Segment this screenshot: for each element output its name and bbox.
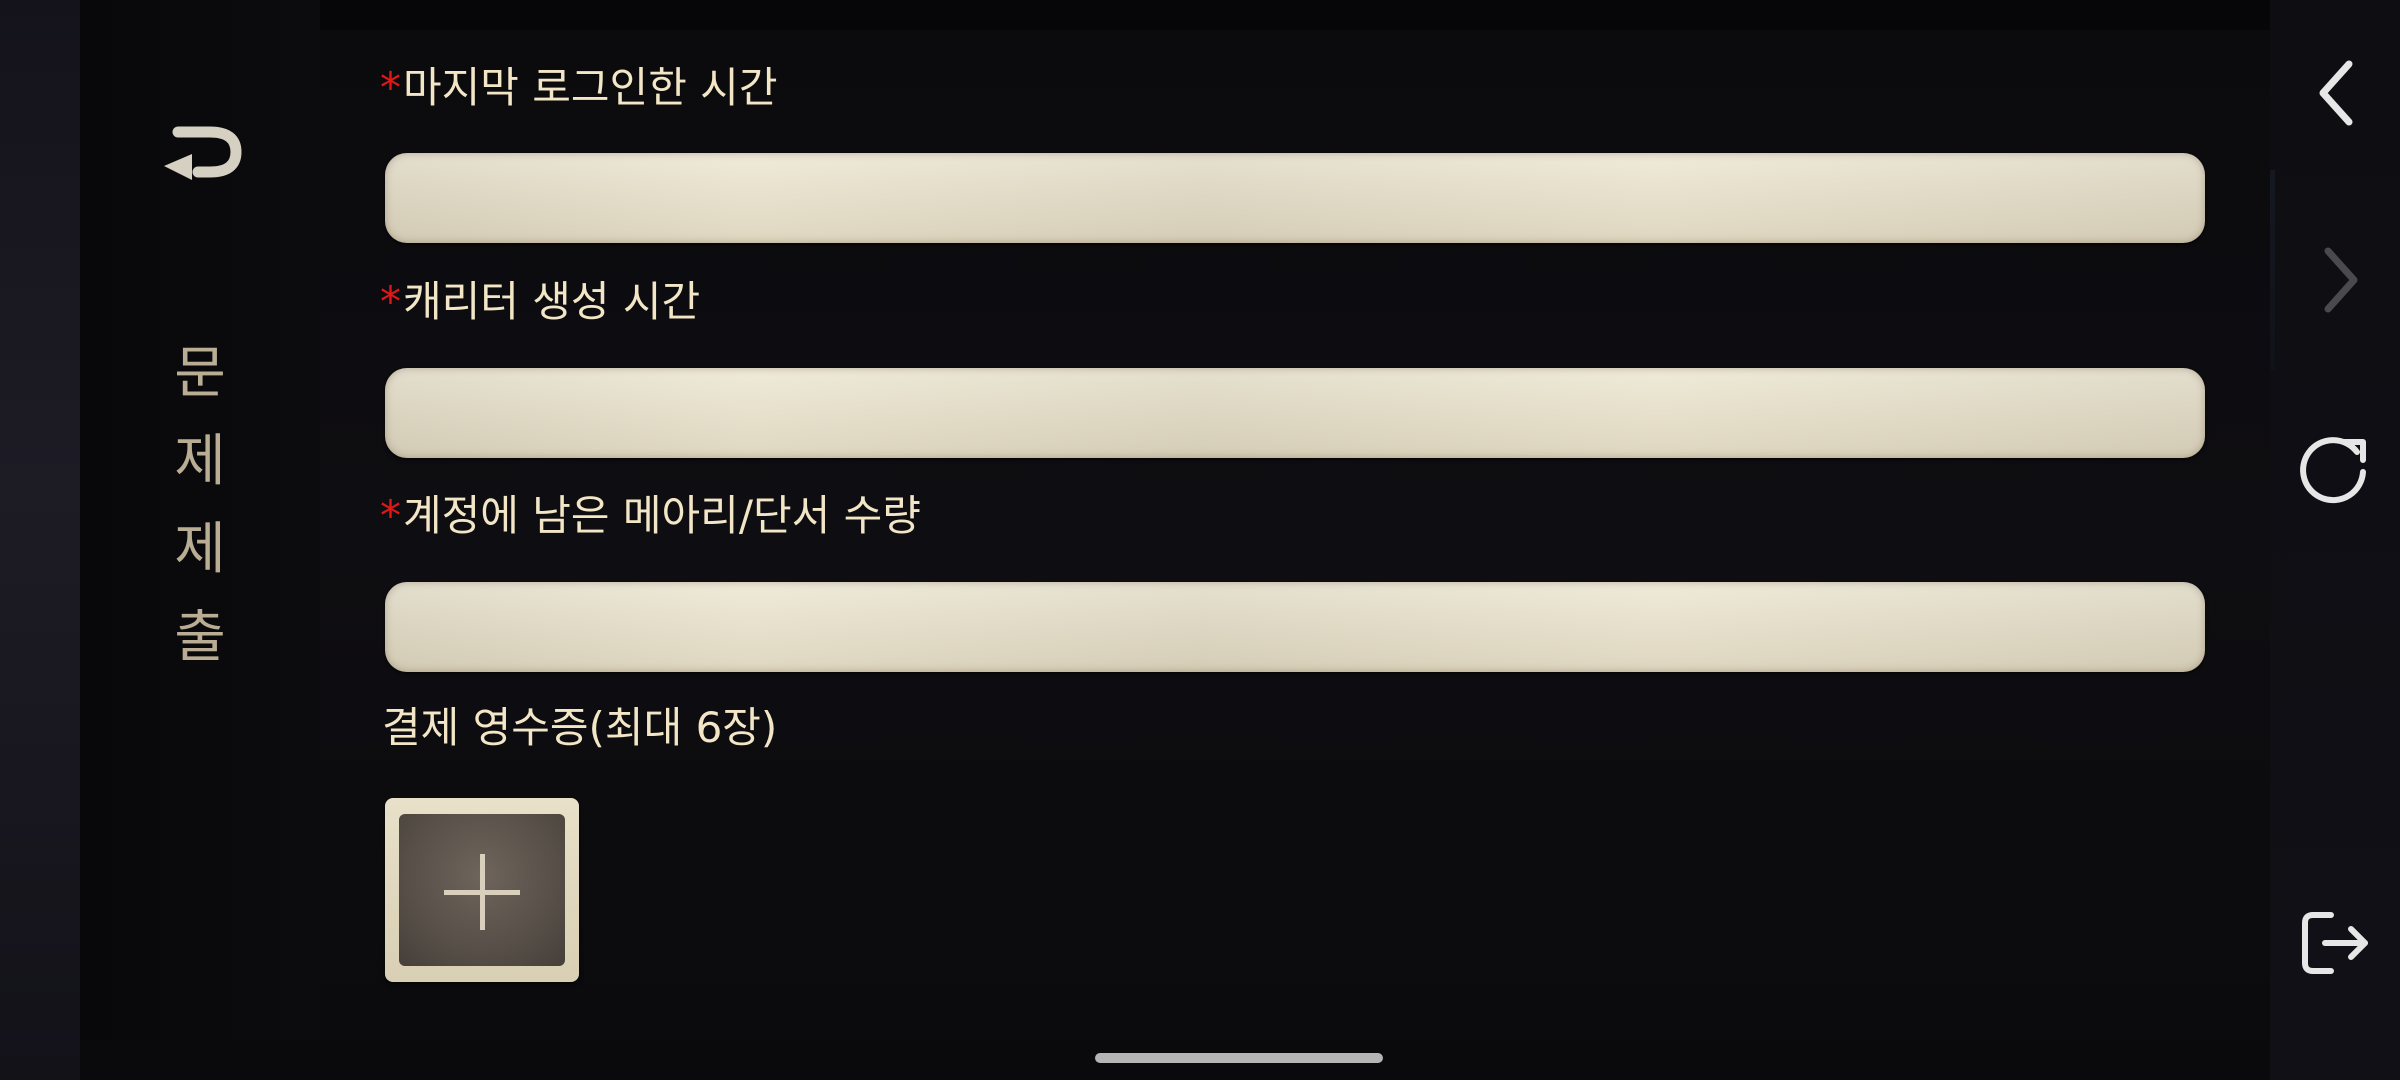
scene-background-left <box>0 0 80 1080</box>
required-mark: * <box>380 63 401 112</box>
title-char: 제 <box>174 429 226 494</box>
upload-frame <box>399 814 565 966</box>
title-char: 출 <box>174 605 226 670</box>
last-login-time-label: *마지막 로그인한 시간 <box>380 62 777 114</box>
return-arrow-icon[interactable] <box>158 110 248 190</box>
prev-button[interactable] <box>2290 48 2380 138</box>
remaining-echo-clue-input[interactable] <box>385 582 2205 672</box>
title-char: 제 <box>174 517 226 582</box>
exit-icon <box>2302 912 2368 974</box>
required-mark: * <box>380 491 401 540</box>
plus-icon-bar <box>444 890 520 895</box>
side-menu-title: 문 제 제 출 <box>150 330 250 682</box>
required-mark: * <box>380 277 401 326</box>
next-button[interactable] <box>2295 235 2385 325</box>
field-label-text: 캐리터 생성 시간 <box>403 277 701 326</box>
last-login-time-input[interactable] <box>385 153 2205 243</box>
add-receipt-button[interactable] <box>385 798 579 982</box>
app-root: 문 제 제 출 *마지막 로그인한 시간 *캐리터 생성 시간 *계정에 남은 … <box>0 0 2400 1080</box>
chevron-right-icon <box>2324 247 2358 313</box>
character-creation-time-label: *캐리터 생성 시간 <box>380 276 700 328</box>
title-char: 문 <box>174 341 226 406</box>
home-indicator[interactable] <box>1095 1053 1383 1063</box>
character-creation-time-input[interactable] <box>385 368 2205 458</box>
chevron-left-icon <box>2319 60 2353 126</box>
field-label-text: 계정에 남은 메아리/단서 수량 <box>403 491 921 540</box>
payment-receipt-label: 결제 영수증(최대 6장) <box>382 703 778 752</box>
refresh-button[interactable] <box>2290 425 2380 515</box>
field-label-text: 마지막 로그인한 시간 <box>403 63 778 112</box>
panel-top-shade <box>320 0 2270 32</box>
refresh-icon <box>2300 437 2366 504</box>
exit-button[interactable] <box>2290 898 2380 988</box>
remaining-echo-clue-label: *계정에 남은 메아리/단서 수량 <box>380 490 921 542</box>
